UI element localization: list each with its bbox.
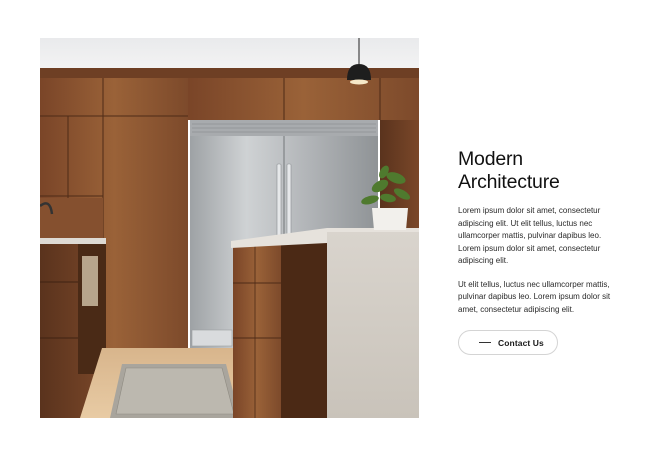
- intro-paragraph: Lorem ipsum dolor sit amet, consectetur …: [458, 206, 602, 265]
- dash-icon: [479, 342, 491, 343]
- kitchen-photo: [40, 38, 419, 418]
- title-line-2: Architecture: [458, 171, 560, 193]
- title-line-1: Modern: [458, 148, 523, 170]
- contact-us-label: Contact Us: [498, 337, 544, 348]
- page-title: Modern Architecture: [458, 148, 623, 194]
- content-panel: Modern Architecture Lorem ipsum dolor si…: [458, 148, 623, 316]
- secondary-paragraph: Ut elit tellus, luctus nec ullamcorper m…: [458, 279, 611, 314]
- contact-us-button[interactable]: Contact Us: [458, 330, 558, 355]
